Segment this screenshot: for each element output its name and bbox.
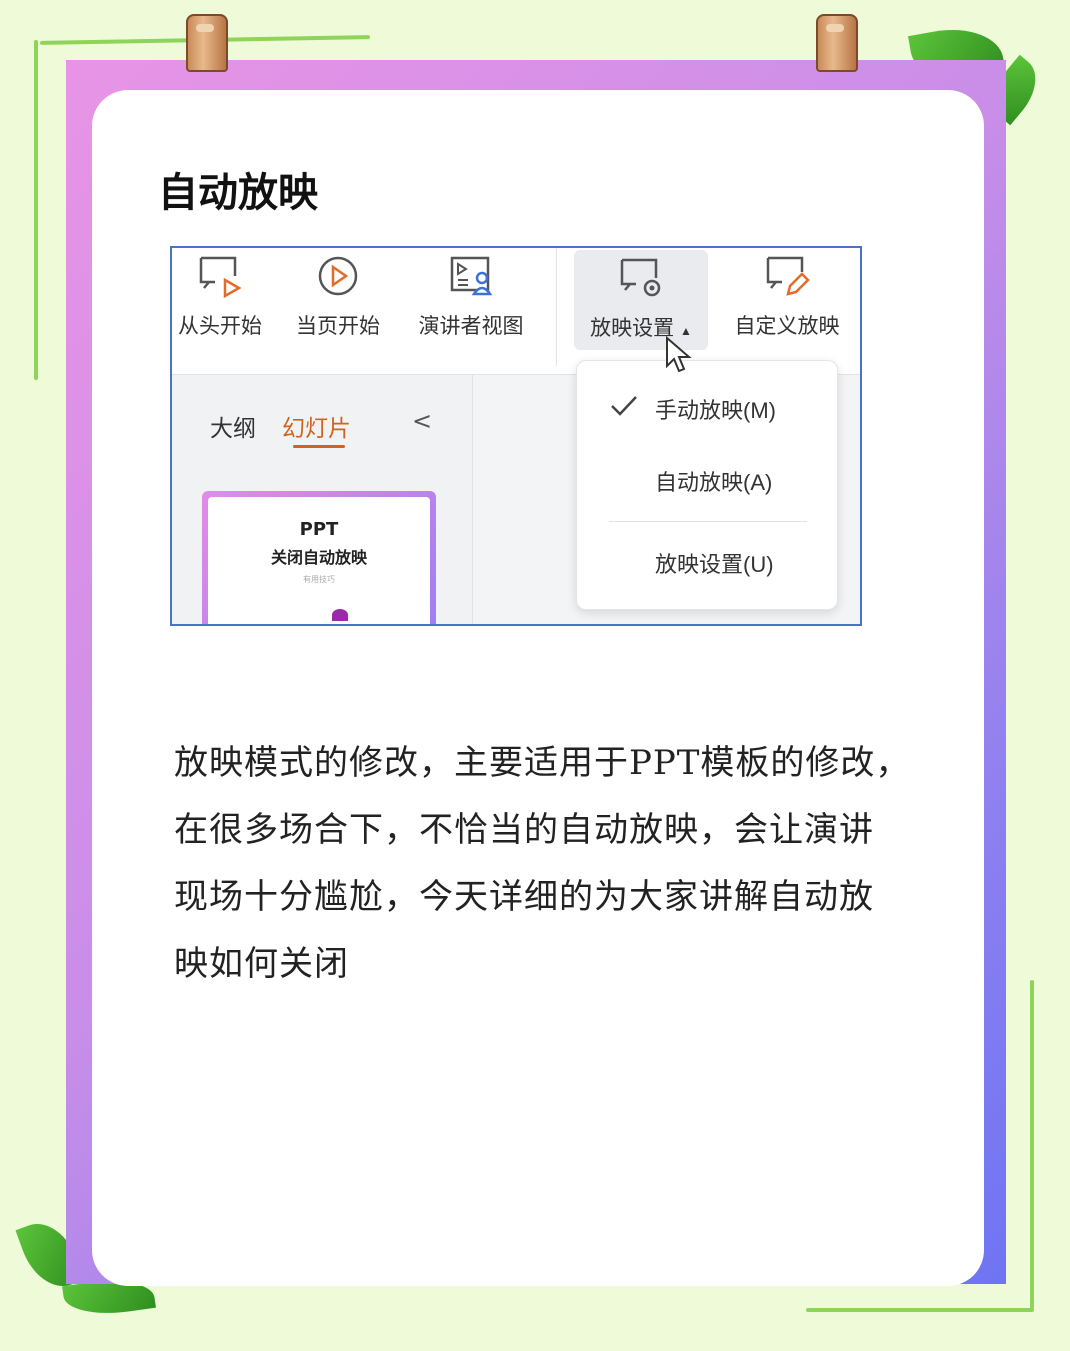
custom-show-button[interactable]: 自定义放映 bbox=[722, 248, 852, 374]
slideshow-toolbar: 从头开始 当页开始 演讲者视图 放映设置 ▲ 自定义放映 bbox=[172, 248, 860, 375]
tab-outline[interactable]: 大纲 bbox=[210, 409, 256, 443]
play-from-start-icon bbox=[199, 256, 242, 299]
from-start-label: 从头开始 bbox=[178, 315, 262, 338]
slide-thumbnail-content: PPT 关闭自动放映 有用技巧 bbox=[208, 497, 430, 624]
tab-slides-underline bbox=[293, 445, 345, 448]
collapse-panel-button[interactable]: < bbox=[412, 407, 432, 435]
clip-icon bbox=[816, 14, 858, 72]
check-icon bbox=[611, 396, 637, 416]
presenter-view-button[interactable]: 演讲者视图 bbox=[408, 248, 534, 374]
from-current-label: 当页开始 bbox=[296, 315, 380, 338]
menu-item-auto[interactable]: 自动放映(A) bbox=[655, 465, 772, 497]
mouse-cursor-icon bbox=[666, 336, 692, 373]
thumb-subtitle: 关闭自动放映 bbox=[270, 548, 367, 567]
menu-item-settings[interactable]: 放映设置(U) bbox=[655, 547, 774, 579]
menu-item-manual[interactable]: 手动放映(M) bbox=[655, 393, 776, 425]
slides-panel: 大纲 幻灯片 < PPT 关闭自动放映 有用技巧 bbox=[172, 375, 473, 624]
slideshow-settings-icon bbox=[620, 258, 661, 297]
body-line: 映如何关闭 bbox=[174, 944, 349, 984]
from-start-button[interactable]: 从头开始 bbox=[172, 248, 268, 374]
menu-divider bbox=[609, 521, 807, 522]
toolbar-divider bbox=[556, 248, 557, 366]
slideshow-settings-button[interactable]: 放映设置 ▲ bbox=[574, 250, 708, 350]
slide-thumbnail[interactable]: PPT 关闭自动放映 有用技巧 bbox=[202, 491, 436, 624]
thumb-caption: 有用技巧 bbox=[303, 575, 335, 584]
embedded-screenshot: 从头开始 当页开始 演讲者视图 放映设置 ▲ 自定义放映 大纲 幻灯片 < PP… bbox=[170, 246, 862, 626]
body-line: 现场十分尴尬，今天详细的为大家讲解自动放 bbox=[174, 877, 874, 917]
content-card: 自动放映 从头开始 当页开始 演讲者视图 放映设置 ▲ 自定义放映 大纲 幻灯片… bbox=[92, 90, 984, 1286]
sketch-line-bottom bbox=[806, 1308, 1034, 1312]
tab-slides[interactable]: 幻灯片 bbox=[282, 409, 351, 443]
sketch-line-left bbox=[34, 40, 38, 380]
card-frame: 自动放映 从头开始 当页开始 演讲者视图 放映设置 ▲ 自定义放映 大纲 幻灯片… bbox=[66, 60, 1006, 1286]
post-body: 放映模式的修改，主要适用于PPT模板的修改， 在很多场合下，不恰当的自动放映，会… bbox=[174, 730, 934, 998]
slideshow-settings-dropdown: 手动放映(M) 自动放映(A) 放映设置(U) bbox=[576, 360, 838, 610]
from-current-button[interactable]: 当页开始 bbox=[288, 248, 388, 374]
presenter-view-label: 演讲者视图 bbox=[418, 315, 524, 338]
play-current-icon bbox=[318, 256, 358, 296]
body-line: 放映模式的修改，主要适用于PPT模板的修改， bbox=[174, 743, 911, 783]
post-title: 自动放映 bbox=[158, 169, 318, 216]
body-line: 在很多场合下，不恰当的自动放映，会让演讲 bbox=[174, 810, 874, 850]
thumb-decoration bbox=[332, 609, 348, 621]
sketch-line-right bbox=[1030, 980, 1034, 1310]
thumb-title: PPT bbox=[299, 519, 339, 540]
custom-show-label: 自定义放映 bbox=[734, 315, 840, 338]
custom-show-icon bbox=[766, 256, 810, 296]
presenter-view-icon bbox=[450, 256, 493, 296]
clip-icon bbox=[186, 14, 228, 72]
